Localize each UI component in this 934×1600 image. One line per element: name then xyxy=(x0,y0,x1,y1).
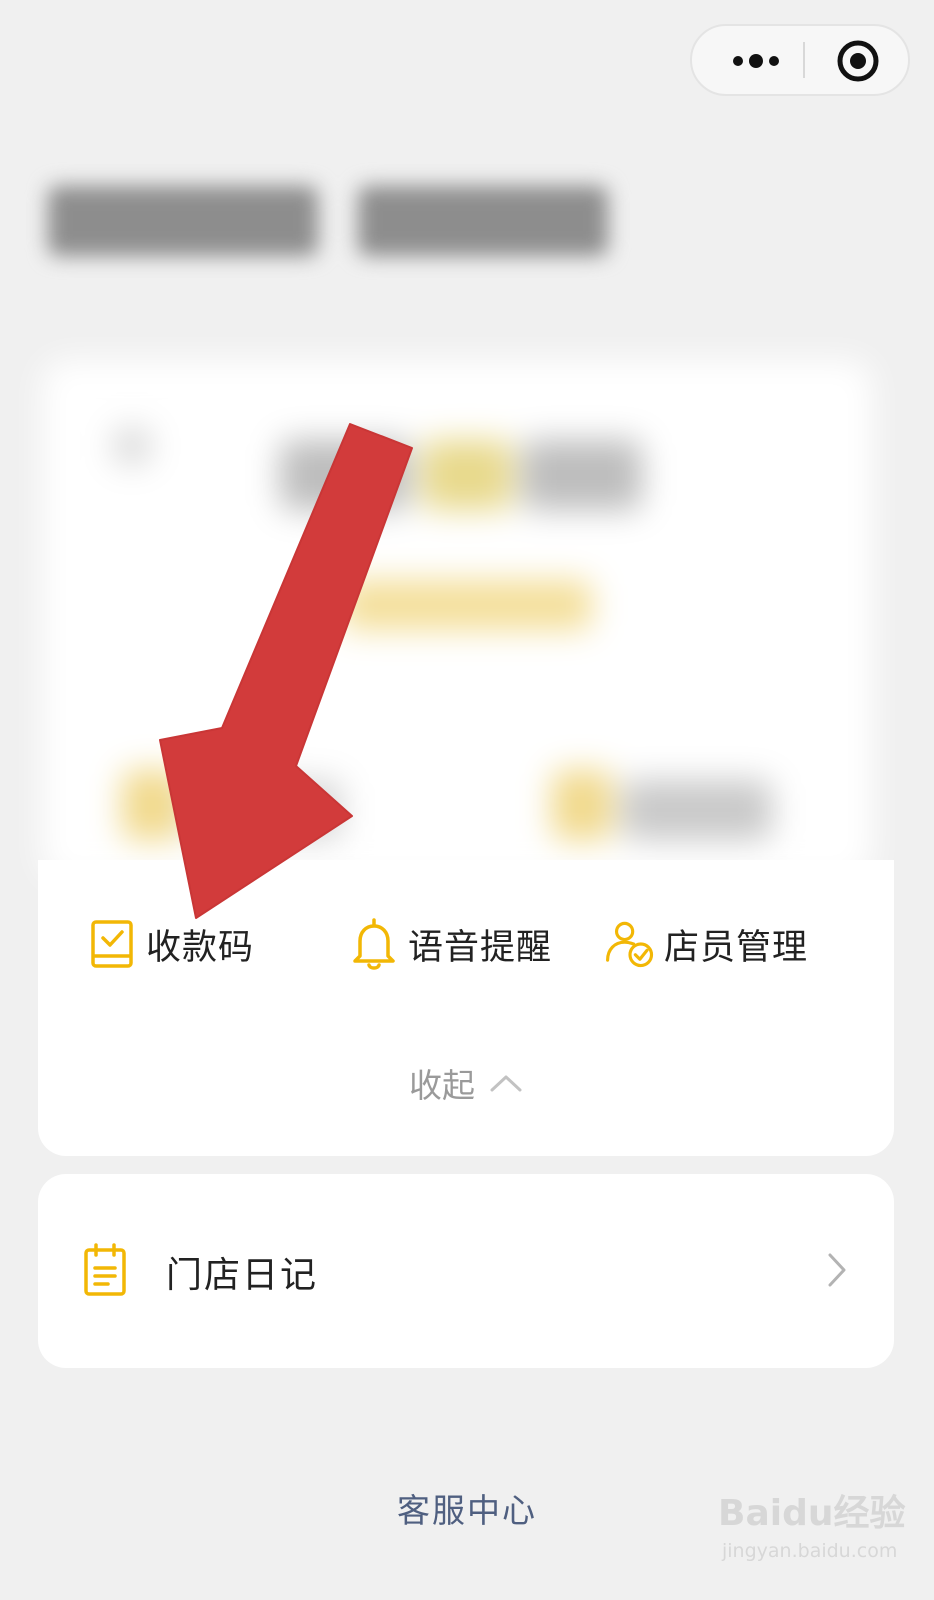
payment-code-button[interactable]: 收款码 xyxy=(86,916,254,972)
more-dots-icon xyxy=(733,54,779,68)
collapse-label: 收起 xyxy=(409,1066,475,1105)
voice-reminder-button[interactable]: 语音提醒 xyxy=(348,916,552,972)
watermark-url: jingyan.baidu.com xyxy=(722,1540,898,1562)
chevron-right-icon xyxy=(826,1252,848,1292)
store-diary-label: 门店日记 xyxy=(166,1255,319,1296)
capsule-divider xyxy=(803,42,805,78)
wechat-capsule xyxy=(690,24,910,96)
staff-check-icon xyxy=(604,918,656,970)
watermark-brand: Baidu经验 xyxy=(718,1493,906,1534)
chevron-up-icon xyxy=(489,1073,523,1093)
close-circle-icon xyxy=(837,40,879,82)
staff-management-button[interactable]: 店员管理 xyxy=(604,916,808,972)
payment-code-label: 收款码 xyxy=(146,927,255,968)
voice-reminder-label: 语音提醒 xyxy=(408,927,553,968)
more-menu-button[interactable] xyxy=(714,26,798,94)
notepad-icon xyxy=(82,1242,128,1302)
bell-icon xyxy=(348,918,400,970)
baidu-watermark: Baidu经验 jingyan.baidu.com xyxy=(718,1476,918,1576)
store-diary-item[interactable]: 门店日记 xyxy=(38,1174,894,1368)
payment-code-icon xyxy=(86,918,138,970)
staff-management-label: 店员管理 xyxy=(664,927,809,968)
collapse-button[interactable]: 收起 xyxy=(38,1058,894,1108)
blurred-summary-card xyxy=(12,330,912,890)
function-card: 收款码 语音提醒 店员管理 收起 xyxy=(38,860,894,1156)
close-miniprogram-button[interactable] xyxy=(818,26,896,94)
